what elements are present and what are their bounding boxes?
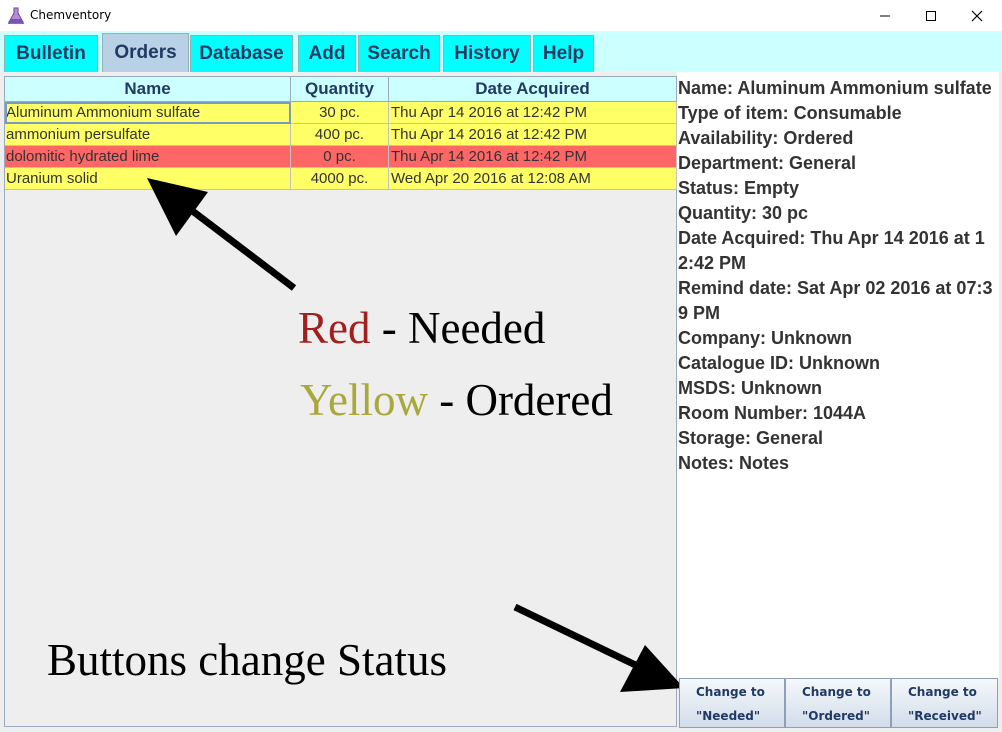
detail-remind-date: Remind date: Sat Apr 02 2016 at 07:39 PM <box>678 278 993 323</box>
detail-date-acquired: Date Acquired: Thu Apr 14 2016 at 12:42 … <box>678 228 985 273</box>
button-label-line1: Change to <box>908 685 977 699</box>
item-details-panel: Name: Aluminum Ammonium sulfate Type of … <box>677 72 999 679</box>
detail-type: Type of item: Consumable <box>678 103 902 123</box>
detail-status: Status: Empty <box>678 178 800 198</box>
button-label-line2: "Ordered" <box>802 709 870 723</box>
detail-msds: MSDS: Unknown <box>678 378 822 398</box>
button-label-line2: "Needed" <box>696 709 761 723</box>
button-label-line1: Change to <box>802 685 871 699</box>
detail-room-number: Room Number: 1044A <box>678 403 867 423</box>
arrow-down-right-icon <box>513 603 684 692</box>
change-to-needed-button[interactable]: Change to "Needed" <box>679 678 785 728</box>
detail-quantity: Quantity: 30 pc <box>678 203 809 223</box>
button-label-line1: Change to <box>696 685 765 699</box>
detail-company: Company: Unknown <box>678 328 852 348</box>
detail-notes: Notes: Notes <box>678 453 790 473</box>
detail-storage: Storage: General <box>678 428 824 448</box>
detail-department: Department: General <box>678 153 857 173</box>
detail-catalogue-id: Catalogue ID: Unknown <box>678 353 880 373</box>
arrow-up-left-icon <box>147 178 297 291</box>
detail-availability: Availability: Ordered <box>678 128 854 148</box>
change-to-received-button[interactable]: Change to "Received" <box>891 678 998 728</box>
button-label-line2: "Received" <box>908 709 982 723</box>
detail-name: Name: Aluminum Ammonium sulfate <box>678 78 992 98</box>
change-to-ordered-button[interactable]: Change to "Ordered" <box>785 678 891 728</box>
